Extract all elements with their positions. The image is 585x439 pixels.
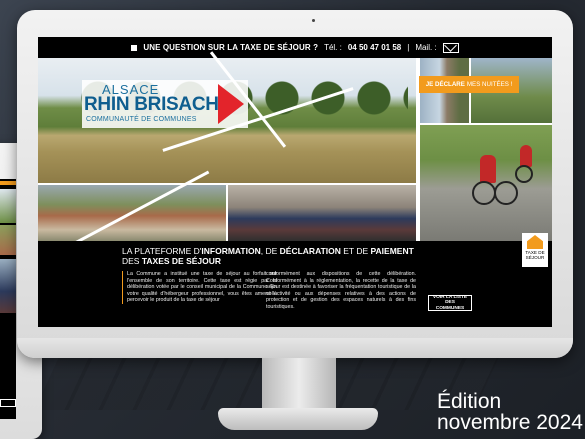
cyclist-figure — [480, 155, 496, 183]
intro-paragraph-1: La Commune a institué une taxe de séjour… — [122, 271, 277, 304]
phone-screen — [0, 179, 16, 419]
cyclist-figure — [520, 145, 532, 167]
top-info-bar: UNE QUESTION SUR LA TAXE DE SÉJOUR ? Tél… — [38, 37, 552, 58]
intro-paragraph-2: conformément aux dispositions de cette d… — [266, 271, 416, 310]
phone-number-link[interactable]: 04 50 47 01 58 — [348, 43, 401, 52]
headline-part: , DE — [260, 246, 280, 256]
phone-cta-strip — [0, 181, 16, 185]
edition-line1: Édition — [437, 390, 502, 413]
camera-dot — [312, 19, 315, 22]
mail-label: Mail. : — [415, 43, 437, 52]
headline-part: ET DE — [340, 246, 371, 256]
cta-bold: JE DÉCLARE — [425, 81, 465, 88]
monitor-stand-neck — [262, 358, 336, 414]
headline-part: TAXES DE SÉJOUR — [141, 256, 222, 266]
alsace-rhin-brisach-logo[interactable]: ALSACE RHIN BRISACH COMMUNAUTÉ DE COMMUN… — [82, 80, 248, 128]
phone-hero-photo — [0, 189, 16, 223]
phone-label: Tél. : — [324, 43, 342, 52]
house-icon — [527, 235, 543, 249]
logo-rhin-brisach: RHIN BRISACH — [84, 94, 219, 115]
page-headline: LA PLATEFORME D'INFORMATION, DE DÉCLARAT… — [122, 246, 414, 266]
phone-crowd-photo — [0, 259, 16, 313]
headline-part: INFORMATION — [201, 246, 261, 256]
square-bullet-icon — [131, 44, 138, 51]
monitor-chin — [17, 338, 573, 358]
monitor-stand-base — [218, 408, 378, 430]
mail-icon[interactable] — [442, 42, 459, 53]
edition-label: Édition novembre 2024 — [437, 391, 583, 433]
cyclists-photo — [420, 125, 552, 241]
costumed-crowd-photo — [228, 185, 416, 241]
red-chevron-icon — [218, 84, 244, 124]
headline-part: DÉCLARATION — [279, 246, 341, 256]
phone-list-button — [0, 399, 16, 407]
declare-nights-button[interactable]: JE DÉCLARE MES NUITÉES ! — [419, 76, 519, 93]
website-screen: UNE QUESTION SUR LA TAXE DE SÉJOUR ? Tél… — [38, 37, 552, 327]
tax-badge[interactable]: TAXE DE SÉJOUR — [522, 233, 548, 267]
headline-part: PAIEMENT — [370, 246, 414, 256]
tax-question-text: UNE QUESTION SUR LA TAXE DE SÉJOUR ? — [143, 43, 319, 52]
phone-town-photo — [0, 225, 16, 255]
headline-part: DES — [122, 256, 142, 266]
info-panel: LA PLATEFORME D'INFORMATION, DE DÉCLARAT… — [38, 241, 552, 327]
view-communes-button[interactable]: VOIR LA LISTE DES COMMUNES — [428, 295, 472, 311]
tax-badge-line2: SÉJOUR — [525, 255, 545, 260]
separator: | — [407, 43, 410, 52]
cta-rest: MES NUITÉES ! — [466, 81, 513, 88]
edition-line2: novembre 2024 — [437, 411, 583, 434]
headline-part: LA PLATEFORME D' — [122, 246, 202, 256]
logo-community: COMMUNAUTÉ DE COMMUNES — [86, 116, 197, 123]
hero-photo-mosaic: ALSACE RHIN BRISACH COMMUNAUTÉ DE COMMUN… — [38, 51, 552, 249]
